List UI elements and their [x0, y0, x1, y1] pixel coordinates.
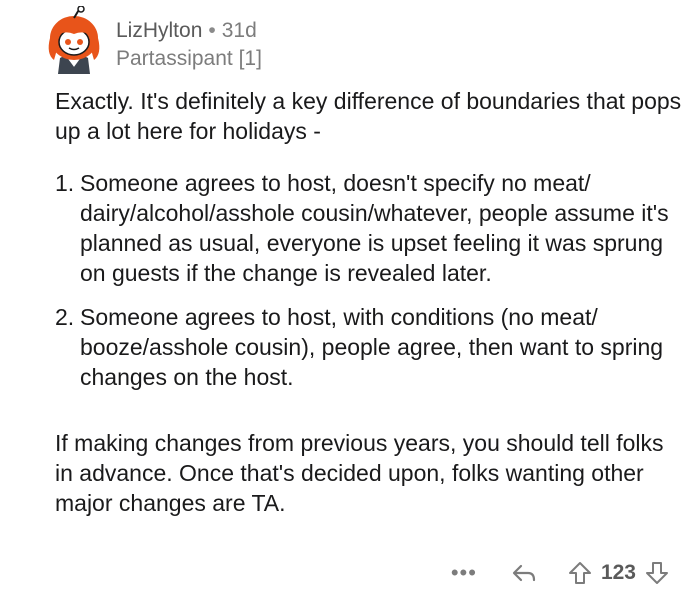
list-item-number: 2. [55, 304, 75, 330]
list-item: 2. Someone agrees to host, with conditio… [55, 302, 685, 392]
list-item-text: Someone agrees to host, doesn't specify … [80, 170, 669, 286]
comment-paragraph-2: If making changes from previous years, y… [55, 430, 664, 516]
downvote-icon[interactable] [644, 560, 670, 586]
snoo-avatar-icon [48, 5, 100, 74]
meta-separator: • [208, 19, 216, 42]
user-flair: Partassipant [1] [116, 47, 262, 70]
avatar[interactable] [44, 5, 104, 74]
vote-score: 123 [600, 561, 636, 584]
comment-header: LizHylton • 31d Partassipant [1] [44, 5, 684, 76]
list-item: 1. Someone agrees to host, doesn't speci… [55, 168, 685, 288]
more-icon[interactable]: ••• [451, 562, 477, 584]
list-item-number: 1. [55, 170, 75, 196]
comment-age: 31d [221, 19, 257, 42]
upvote-icon[interactable] [567, 560, 593, 586]
author-username[interactable]: LizHylton [116, 19, 202, 42]
comment-meta: LizHylton • 31d Partassipant [1] [116, 18, 262, 72]
comment-body: Exactly. It's definitely a key differenc… [55, 86, 685, 518]
reply-icon[interactable] [511, 560, 537, 586]
list-item-text: Someone agrees to host, with conditions … [80, 304, 664, 390]
comment-list: 1. Someone agrees to host, doesn't speci… [55, 168, 685, 392]
comment-paragraph-1: Exactly. It's definitely a key differenc… [55, 88, 682, 144]
comment-actions: ••• 123 [451, 556, 670, 590]
